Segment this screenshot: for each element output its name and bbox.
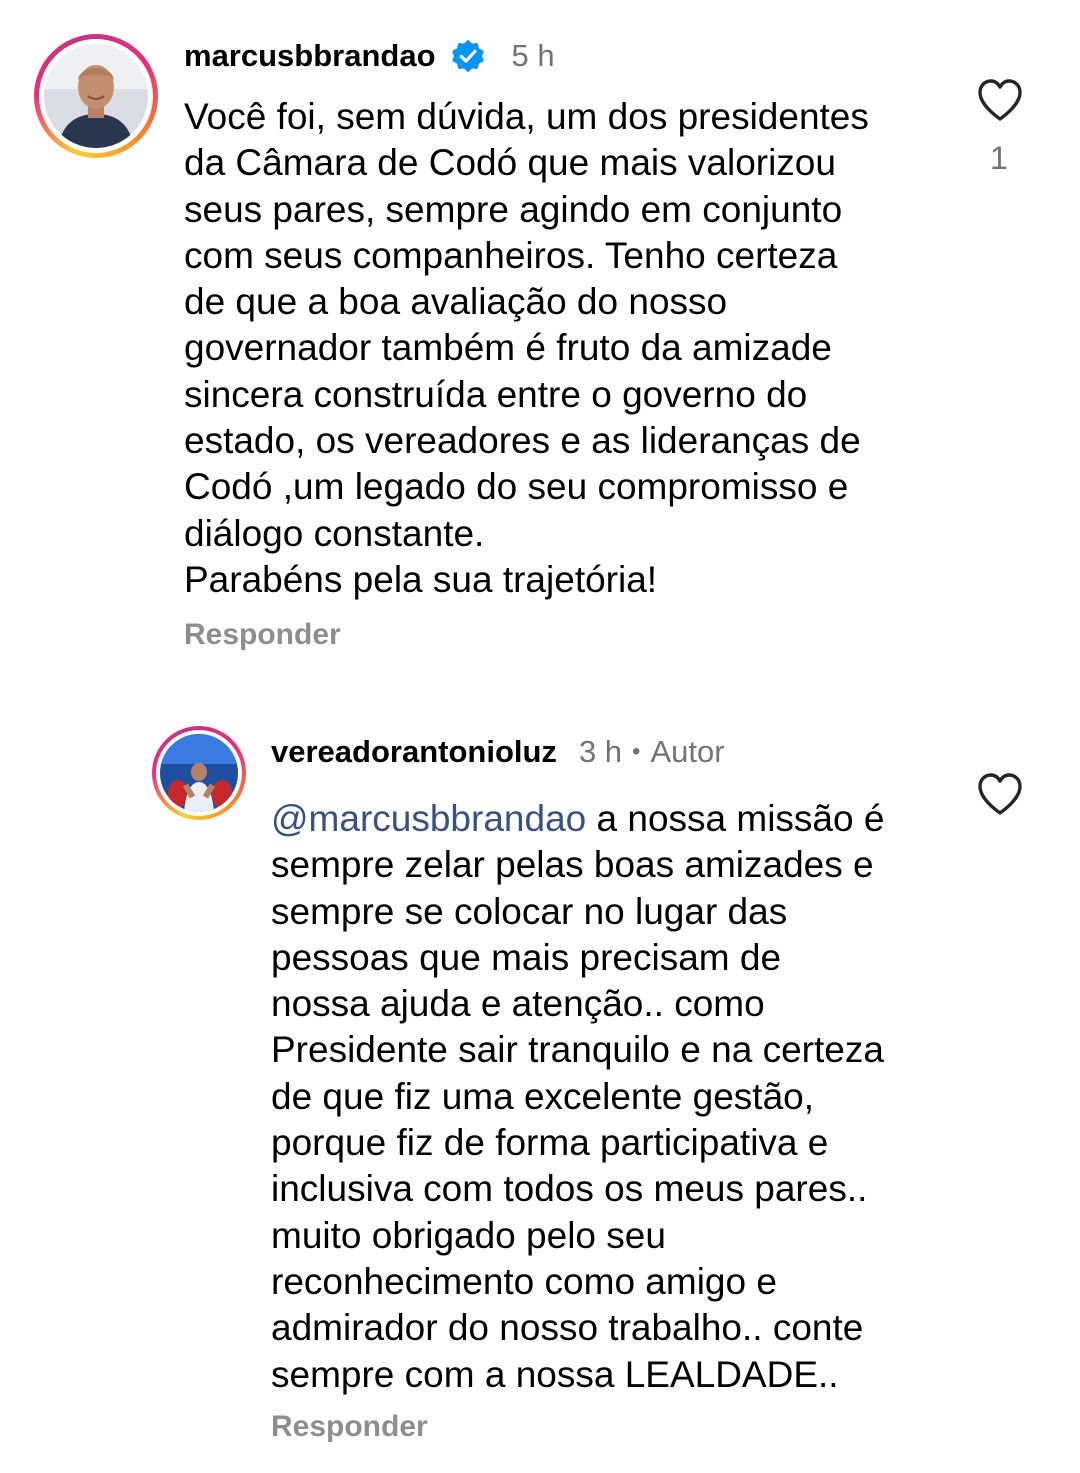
separator-dot: • bbox=[632, 738, 641, 765]
like-count: 1 bbox=[990, 140, 1008, 176]
author-label: Autor bbox=[650, 734, 725, 769]
verified-badge-icon bbox=[450, 38, 486, 74]
heart-outline-icon bbox=[978, 79, 1022, 121]
comment-text: @marcusbbrandao a nossa missão é sempre … bbox=[271, 796, 971, 1398]
like-button[interactable] bbox=[976, 78, 1024, 122]
avatar bbox=[160, 734, 238, 812]
like-button[interactable] bbox=[976, 772, 1024, 816]
comment-text-body: a nossa missão é sempre zelar pelas boas… bbox=[271, 798, 885, 1395]
mention-link[interactable]: @marcusbbrandao bbox=[271, 798, 586, 839]
reply-button[interactable]: Responder bbox=[271, 1410, 428, 1444]
comment-timestamp: 5 h bbox=[511, 38, 555, 73]
comment-meta: marcusbbrandao 5 h bbox=[184, 36, 555, 76]
avatar bbox=[44, 44, 148, 148]
avatar-story-ring[interactable] bbox=[34, 34, 158, 158]
heart-outline-icon bbox=[978, 773, 1022, 815]
comment-meta: vereadorantonioluz 3 h • Autor bbox=[271, 732, 725, 772]
username[interactable]: vereadorantonioluz bbox=[271, 734, 557, 770]
comment-text: Você foi, sem dúvida, um dos presidentes… bbox=[184, 96, 869, 600]
comment-timestamp: 3 h bbox=[578, 734, 623, 769]
username[interactable]: marcusbbrandao bbox=[184, 38, 436, 74]
avatar-story-ring[interactable] bbox=[152, 726, 246, 820]
reply-button[interactable]: Responder bbox=[184, 618, 341, 652]
